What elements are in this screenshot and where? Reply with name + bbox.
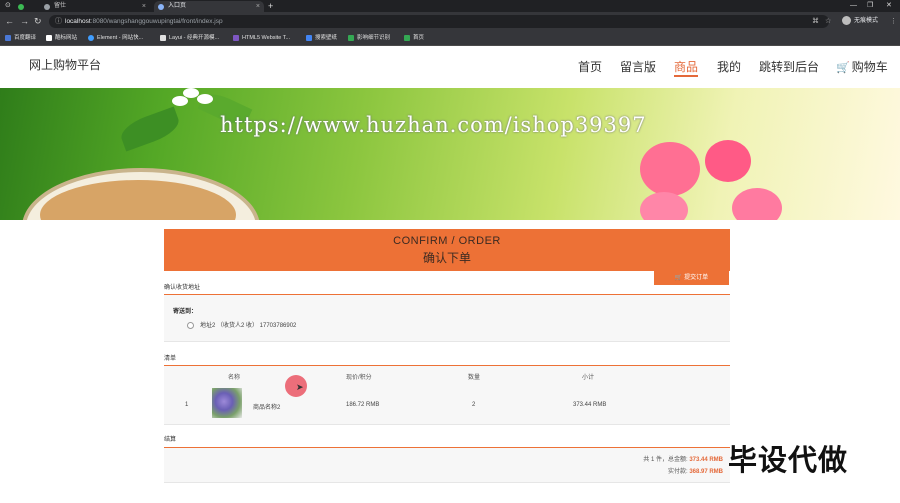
address-section-label: 确认收货地址 [164,285,201,291]
nav-home[interactable]: 首页 [578,60,602,74]
submit-order-button[interactable]: 🛒 提交订单 [654,271,729,285]
reload-icon[interactable]: ↻ [34,16,42,27]
minimize-icon[interactable]: — [850,0,857,12]
product-subtotal: 373.44 RMB [573,402,607,408]
close-tab-icon[interactable]: × [142,1,146,12]
bookmarks-bar: 百度翻译 酷标网站 Element - 网站快... Layui - 经典开源模… [0,31,900,46]
bookmark-item[interactable]: Element - 网站快... [88,33,143,43]
bookmark-icon [88,34,94,41]
column-header: 数量 [468,375,481,381]
address-bar[interactable]: ⓘ localhost:8080/wangshanggouwupingtai/f… [49,15,829,28]
browser-tab-3[interactable]: 入口页 × [154,1,264,12]
bookmark-icon [306,34,312,41]
bookmark-icon [348,34,354,41]
bookmark-item[interactable]: 影响细节识别 [348,33,390,43]
product-image[interactable] [212,388,242,418]
product-name[interactable]: 商品名称2 [253,402,280,411]
bookmark-item[interactable]: HTML5 Website T... [233,33,290,43]
url-text: localhost:8080/wangshanggouwupingtai/fro… [65,18,223,25]
profile-button[interactable]: 无痕模式 [842,16,878,27]
column-header: 名称 [228,375,241,381]
cart-icon: 🛒 [674,275,685,281]
daisy-decoration [197,94,213,104]
nav-products[interactable]: 商品 [674,60,699,77]
browser-tab-bar: ⊙ 留仕 × 入口页 × + — ❐ ✕ [0,0,900,12]
bookmark-icon [46,34,52,41]
confirm-title-en: CONFIRM / ORDER [393,235,501,247]
bookmark-star-icon[interactable]: ☆ [825,17,831,26]
tab-title: 留仕 [54,3,67,9]
flower-decoration [640,142,700,196]
browser-toolbar: ← → ↻ ⓘ localhost:8080/wangshanggouwupin… [0,12,900,31]
column-header: 小计 [582,375,595,381]
browser-menu-icon[interactable]: ⊙ [5,0,11,12]
settle-section-label: 结算 [164,437,177,443]
bookmark-icon [233,34,239,41]
forward-icon[interactable]: → [20,16,29,27]
leaf-decoration [117,106,183,152]
translate-icon[interactable]: ⌘ [812,17,819,26]
more-menu-icon[interactable]: ⋮ [890,17,897,26]
site-header: 网上购物平台 首页 留言版 商品 我的 跳转到后台 🛒 购物车 [0,46,900,88]
bookmark-item[interactable]: 搜索壁纸 [306,33,337,43]
tab-title: 入口页 [168,3,187,9]
avatar [842,16,851,25]
settle-panel: 共 1 件，总金额: 373.44 RMB 实付款: 368.97 RMB [164,447,730,483]
order-table: 名称 现价/积分 数量 小计 1 商品名称2 186.72 RMB 2 373.… [164,365,730,425]
address-radio[interactable] [187,321,194,329]
bookmark-item[interactable]: 酷标网站 [46,33,77,43]
row-index: 1 [185,402,189,408]
nav-backend[interactable]: 跳转到后台 [759,60,819,74]
address-option[interactable]: 地址2 （收货人2 收） 17703786902 [187,320,296,329]
bookmark-icon [5,34,11,41]
watermark-url-text: https://www.huzhan.com/ishop39397 [220,113,647,137]
hero-banner [0,88,900,220]
bookmark-item[interactable]: 百度翻译 [5,33,36,43]
flower-decoration [640,192,688,220]
nav-cart[interactable]: 🛒 购物车 [836,60,888,75]
browser-tab-2[interactable]: 留仕 × [40,1,150,12]
nav-mine[interactable]: 我的 [717,60,741,74]
close-window-icon[interactable]: ✕ [886,0,892,12]
paid-amount-line: 实付款: 368.97 RMB [667,469,723,475]
ship-to-label: 寄送到： [173,309,198,315]
confirm-order-header: CONFIRM / ORDER 确认下单 [164,229,730,271]
flower-decoration [732,188,782,220]
bookmark-icon [404,34,410,41]
flower-decoration [705,140,751,182]
info-icon: ⓘ [55,18,62,25]
column-header: 现价/积分 [346,375,372,381]
browser-tab-1[interactable] [14,1,40,12]
nav-message-board[interactable]: 留言版 [620,60,656,74]
back-icon[interactable]: ← [5,16,14,27]
mouse-cursor-icon: ➤ [296,382,304,392]
total-amount-line: 共 1 件，总金额: 373.44 RMB [643,457,723,463]
list-section-label: 清单 [164,356,177,362]
close-tab-icon[interactable]: × [256,1,260,12]
address-panel: 寄送到： 地址2 （收货人2 收） 17703786902 [164,294,730,342]
maximize-icon[interactable]: ❐ [867,0,873,12]
watermark-text: 毕设代做 [728,445,849,477]
confirm-title-cn: 确认下单 [422,251,471,265]
product-qty: 2 [472,402,476,408]
product-price: 186.72 RMB [346,402,380,408]
cart-icon: 🛒 [836,62,850,74]
daisy-decoration [172,96,188,106]
site-brand[interactable]: 网上购物平台 [29,56,101,73]
bookmark-item[interactable]: Layui - 经典开源模... [160,33,219,43]
tab-favicon-icon [158,4,164,10]
tab-favicon-icon [18,4,24,10]
bookmark-icon [160,34,166,41]
bookmark-item[interactable]: 首页 [404,33,424,43]
new-tab-icon[interactable]: + [268,0,273,12]
tab-favicon-icon [44,4,50,10]
